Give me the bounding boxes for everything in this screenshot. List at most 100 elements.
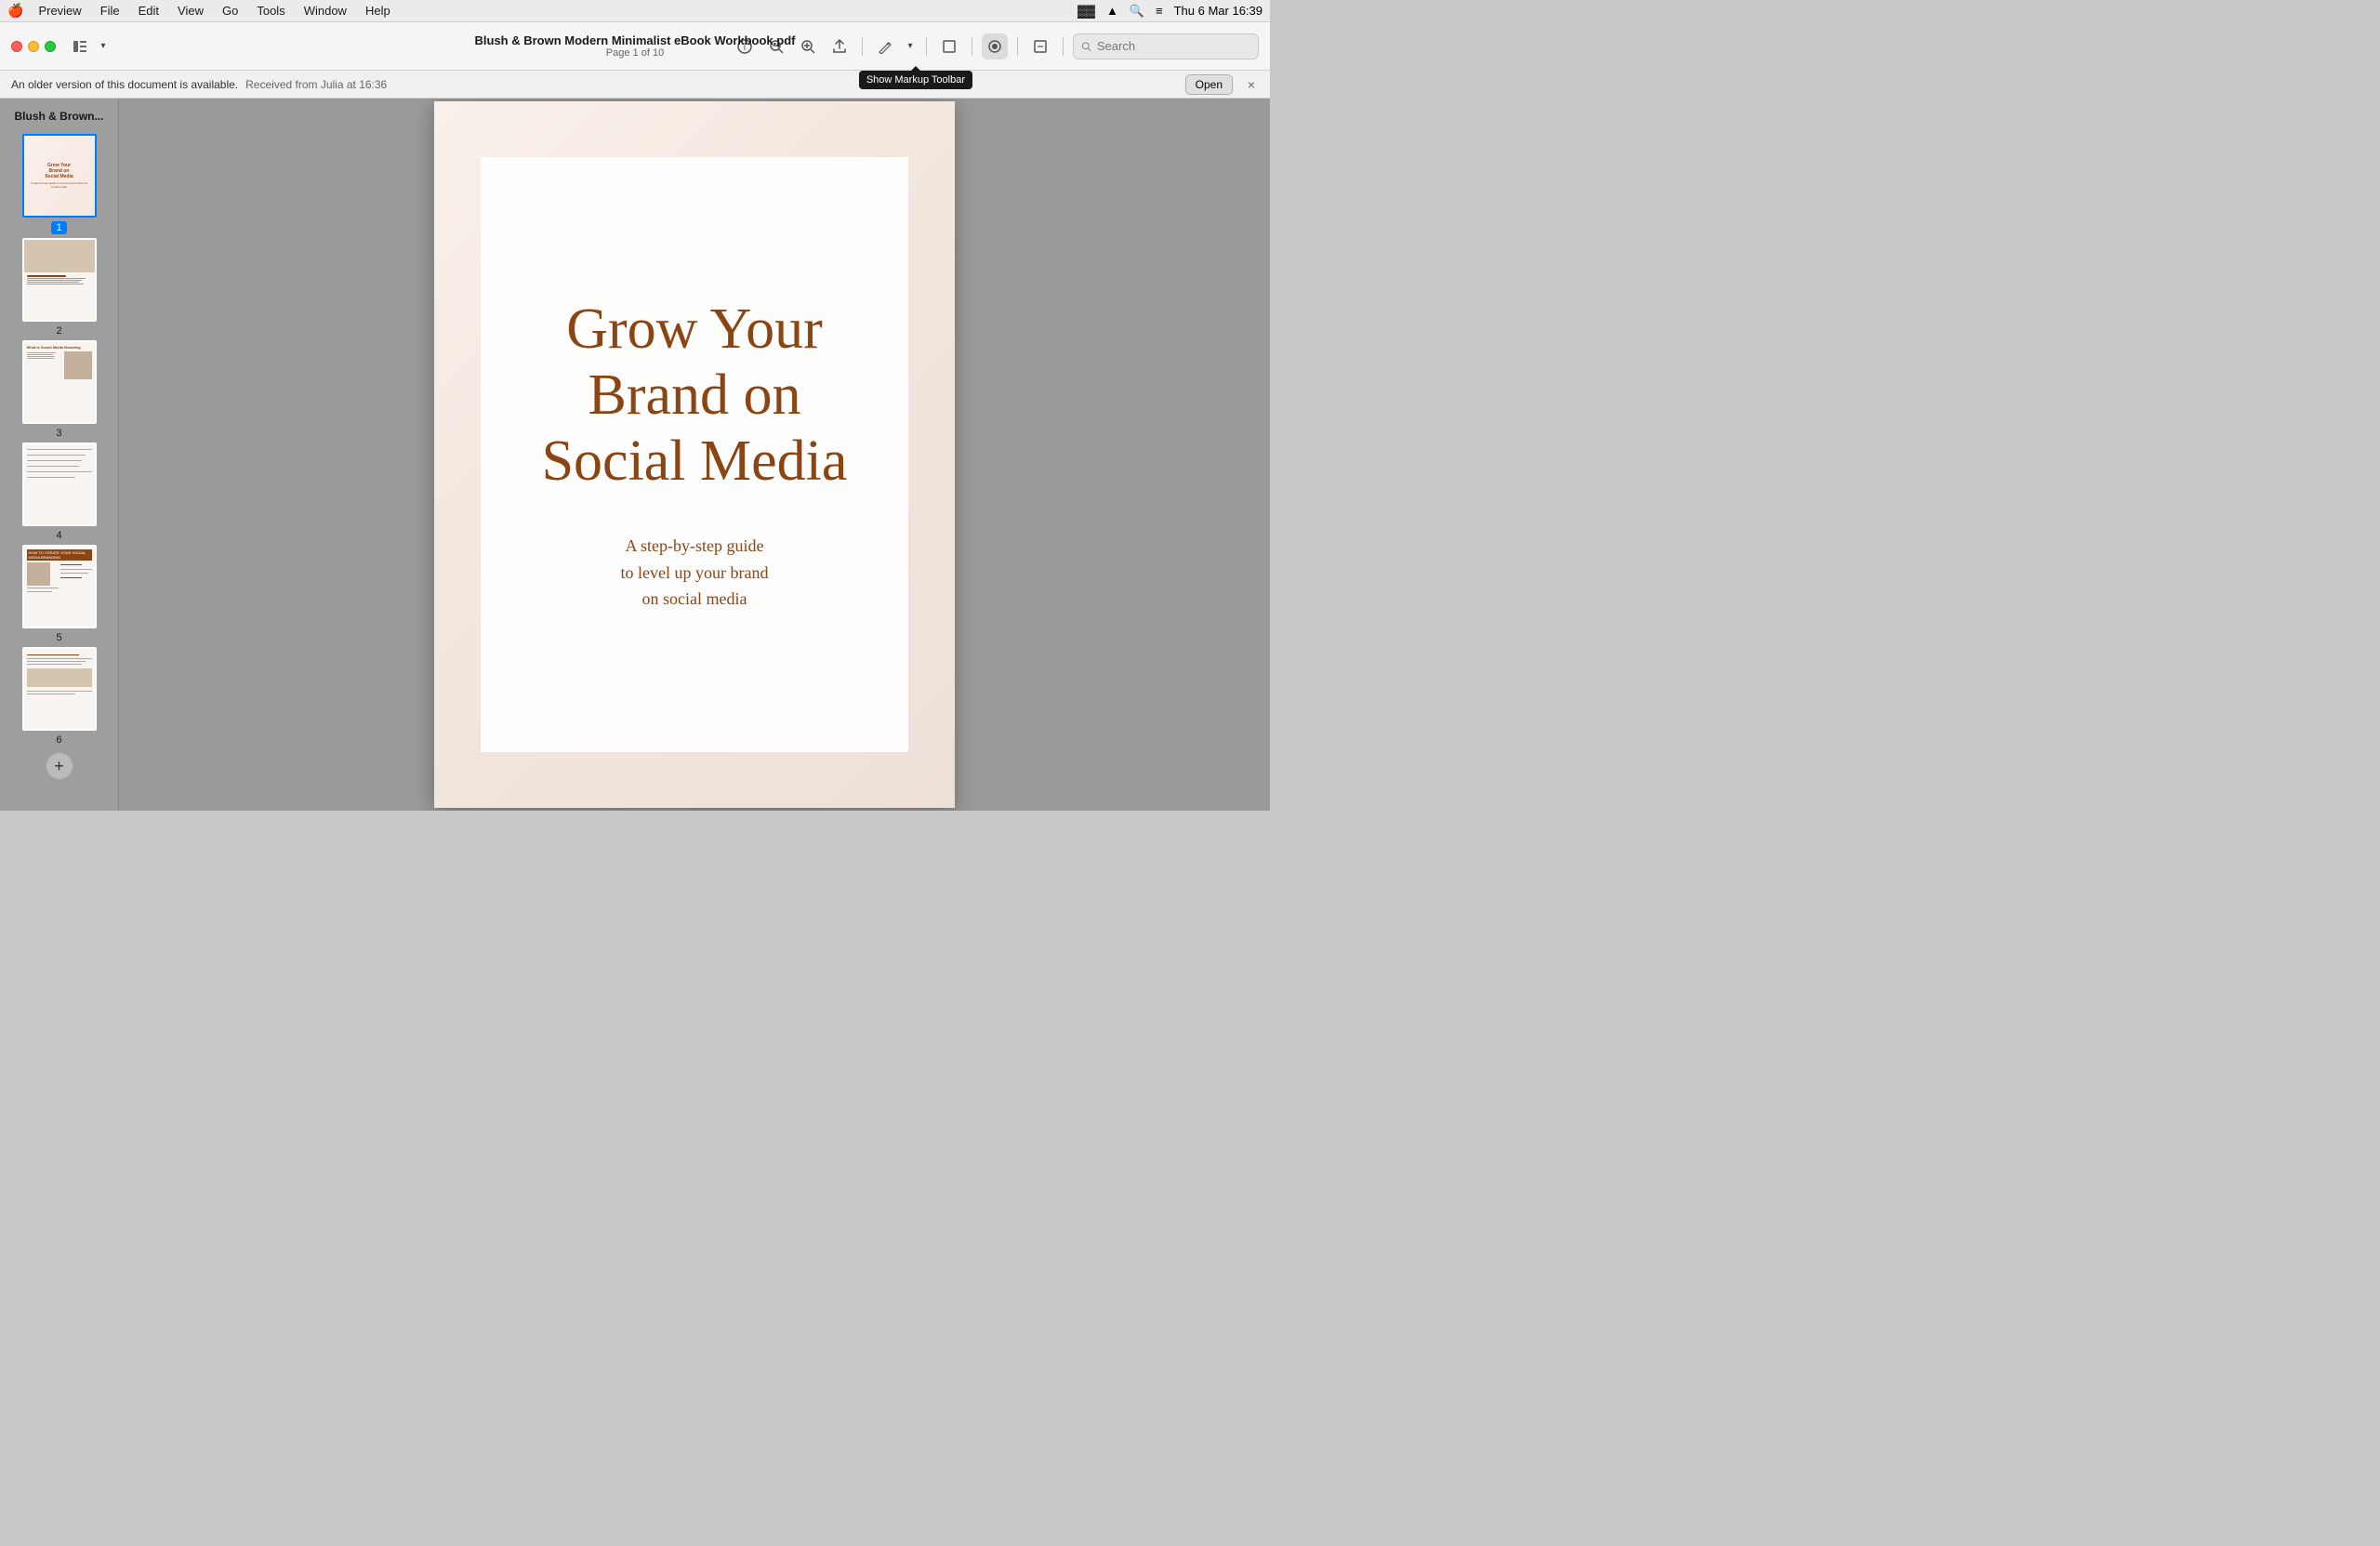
thumb-content-2 xyxy=(24,272,95,287)
menu-view[interactable]: View xyxy=(170,2,211,20)
search-icon[interactable]: 🔍 xyxy=(1130,4,1144,19)
thumb-text-3a xyxy=(27,352,57,353)
thumb-line-4e xyxy=(27,471,92,472)
thumb-img-2 xyxy=(24,240,95,272)
system-time: Thu 6 Mar 16:39 xyxy=(1174,4,1263,18)
thumb-text-2c xyxy=(27,282,79,283)
notification-close-button[interactable]: × xyxy=(1244,77,1259,92)
thumb-text-3c xyxy=(27,356,55,357)
control-center-icon[interactable]: ≡ xyxy=(1156,4,1163,18)
toolbar: ▾ Blush & Brown Modern Minimalist eBook … xyxy=(0,22,1270,71)
menu-help[interactable]: Help xyxy=(358,2,398,20)
thumb-line-4d xyxy=(27,466,79,467)
page-number-4: 4 xyxy=(56,530,61,541)
menu-bar: 🍎 Preview File Edit View Go Tools Window… xyxy=(0,0,1270,22)
thumb-inner-3: What is Social Media Branding xyxy=(24,342,95,422)
search-box xyxy=(1073,33,1259,59)
thumb-wrapper-3: What is Social Media Branding xyxy=(22,340,97,424)
thumbnail-page-5[interactable]: HOW TO CREATE YOUR SOCIAL MEDIA BRANDING xyxy=(22,545,97,643)
sidebar: Blush & Brown... Grow YourBrand onSocial… xyxy=(0,99,119,811)
thumb-inner-4 xyxy=(24,444,95,524)
menu-preview[interactable]: Preview xyxy=(31,2,88,20)
thumb-orange-5a xyxy=(60,564,83,565)
thumb-inner-2 xyxy=(24,240,95,320)
thumb-text-2b xyxy=(27,280,83,281)
thumbnail-page-4[interactable]: 4 xyxy=(22,443,97,541)
thumb-line-2 xyxy=(27,275,66,277)
markup-pen-button[interactable] xyxy=(872,33,898,59)
notification-message: An older version of this document is ava… xyxy=(11,78,238,91)
toolbar-title: Blush & Brown Modern Minimalist eBook Wo… xyxy=(475,33,796,59)
search-icon xyxy=(1081,41,1091,52)
pdf-subtitle-line2: to level up your brand xyxy=(621,563,769,582)
pdf-subtitle: A step-by-step guide to level up your br… xyxy=(621,533,769,613)
thumb-text-2a xyxy=(27,278,86,279)
menu-window[interactable]: Window xyxy=(297,2,354,20)
page-number-6: 6 xyxy=(56,734,61,746)
search-input[interactable] xyxy=(1097,39,1250,53)
thumb-wrapper-6 xyxy=(22,647,97,731)
main-area: Blush & Brown... Grow YourBrand onSocial… xyxy=(0,99,1270,811)
page-number-5: 5 xyxy=(56,632,61,643)
minimize-button[interactable] xyxy=(28,41,39,52)
thumb-text-3d xyxy=(27,358,54,359)
thumb-text-5c xyxy=(60,569,92,570)
page-number-2: 2 xyxy=(56,325,61,337)
thumb-wrapper-2 xyxy=(22,238,97,322)
thumb-line-6d xyxy=(27,664,83,665)
thumb-line-4a xyxy=(27,449,92,450)
thumb-line-4f xyxy=(27,477,76,478)
thumb-sub-1: A step-by-step guide to level up your br… xyxy=(28,181,91,189)
thumb-line-6c xyxy=(27,661,86,662)
pdf-main-title: Grow YourBrand onSocial Media xyxy=(542,297,848,496)
sidebar-header: Blush & Brown... xyxy=(4,106,114,130)
close-button[interactable] xyxy=(11,41,22,52)
thumb-title-1: Grow YourBrand onSocial Media xyxy=(45,163,73,179)
edit-button[interactable] xyxy=(1027,33,1053,59)
menu-tools[interactable]: Tools xyxy=(249,2,292,20)
thumb-line-6b xyxy=(27,658,92,659)
thumbnail-page-1[interactable]: Grow YourBrand onSocial Media A step-by-… xyxy=(22,134,97,234)
thumbnail-page-3[interactable]: What is Social Media Branding 3 xyxy=(22,340,97,439)
maximize-button[interactable] xyxy=(45,41,56,52)
menu-go[interactable]: Go xyxy=(215,2,245,20)
menu-file[interactable]: File xyxy=(93,2,127,20)
markup-dropdown-button[interactable]: ▾ xyxy=(904,33,917,59)
thumb-wrapper-5: HOW TO CREATE YOUR SOCIAL MEDIA BRANDING xyxy=(22,545,97,628)
pdf-subtitle-line1: A step-by-step guide xyxy=(626,536,764,555)
thumb-content-5 xyxy=(27,562,92,593)
thumb-header-5: HOW TO CREATE YOUR SOCIAL MEDIA BRANDING xyxy=(27,549,92,561)
toolbar-separator-5 xyxy=(1063,37,1064,56)
toolbar-separator-4 xyxy=(1017,37,1018,56)
pdf-title-text: Grow YourBrand onSocial Media xyxy=(542,297,848,494)
thumb-text-5d xyxy=(60,573,89,574)
thumb-line-4c xyxy=(27,460,83,461)
add-page-button[interactable]: + xyxy=(46,753,73,779)
highlight-button[interactable] xyxy=(982,33,1008,59)
thumb-header-3: What is Social Media Branding xyxy=(27,345,92,350)
thumb-img-5 xyxy=(27,562,50,586)
toolbar-separator-2 xyxy=(926,37,927,56)
thumbnail-page-6[interactable]: 6 xyxy=(22,647,97,746)
resize-button[interactable] xyxy=(936,33,962,59)
sidebar-dropdown-button[interactable]: ▾ xyxy=(97,33,110,59)
thumb-col-5b xyxy=(60,562,92,593)
share-button[interactable] xyxy=(826,33,853,59)
notification-open-button[interactable]: Open xyxy=(1185,74,1233,95)
thumb-line-4b xyxy=(27,455,86,456)
thumb-orange-5b xyxy=(60,577,83,578)
zoom-in-button[interactable] xyxy=(795,33,821,59)
thumb-lines-4 xyxy=(27,447,92,480)
pdf-inner: Grow YourBrand onSocial Media A step-by-… xyxy=(481,157,908,752)
thumb-wrapper-4 xyxy=(22,443,97,526)
thumb-wrapper-1: Grow YourBrand onSocial Media A step-by-… xyxy=(22,134,97,218)
thumb-img-6 xyxy=(27,668,92,687)
battery-icon: ▓▓ xyxy=(1078,4,1095,18)
thumbnail-page-2[interactable]: 2 xyxy=(22,238,97,337)
toolbar-right: i ▾ xyxy=(732,33,1259,59)
menu-edit[interactable]: Edit xyxy=(131,2,166,20)
sidebar-toggle-button[interactable] xyxy=(67,33,93,59)
thumb-line-6a xyxy=(27,654,79,655)
apple-menu[interactable]: 🍎 xyxy=(7,3,23,19)
thumb-col-5a xyxy=(27,562,59,593)
